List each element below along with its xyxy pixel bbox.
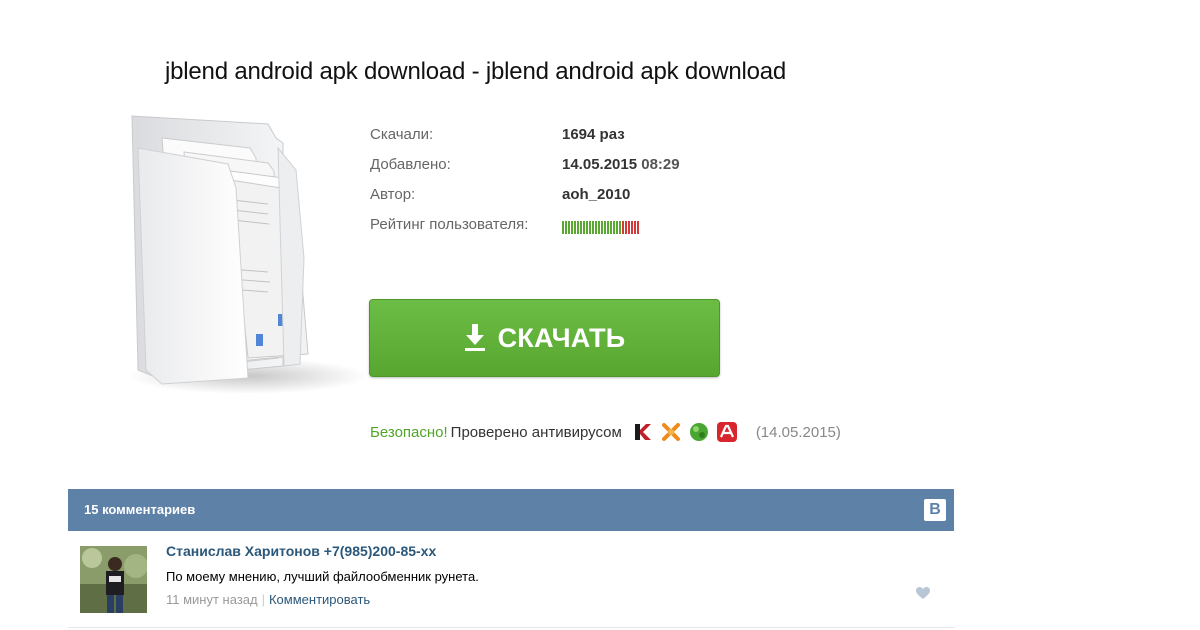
rating-segment — [598, 221, 600, 234]
checked-text: Проверено антивирусом — [450, 423, 622, 441]
rating-segment — [592, 221, 594, 234]
added-label: Добавлено: — [370, 156, 451, 173]
avast-icon — [661, 423, 680, 441]
rating-label: Рейтинг пользователя: — [370, 216, 529, 233]
rating-segment — [637, 221, 639, 234]
avira-icon — [716, 422, 737, 442]
rating-segment — [583, 221, 585, 234]
check-date: (14.05.2015) — [755, 423, 841, 441]
page-title: jblend android apk download - jblend and… — [165, 58, 787, 85]
rating-segment — [586, 221, 588, 234]
comment-item: Станислав Харитонов +7(985)200-85-xx По … — [68, 531, 954, 628]
comments-count: 15 комментариев — [84, 502, 196, 517]
rating-segment — [616, 221, 618, 234]
comment-meta: 11 минут назад | Комментировать — [166, 592, 370, 607]
antivirus-icons — [632, 421, 738, 443]
downloads-value: 1694 раз — [562, 126, 625, 143]
added-value: 14.05.2015 08:29 — [562, 156, 680, 173]
author-label: Автор: — [370, 186, 416, 203]
comment-time: 11 минут назад — [166, 592, 258, 607]
rating-segment — [628, 221, 630, 234]
added-date: 14.05.2015 — [562, 156, 638, 173]
rating-segment — [631, 221, 633, 234]
rating-segment — [604, 221, 606, 234]
folder-icon — [128, 115, 368, 394]
dr-web-icon — [689, 423, 708, 441]
rating-segment — [622, 221, 624, 234]
heart-icon[interactable] — [916, 587, 930, 600]
rating-segment — [562, 221, 564, 234]
vk-logo-icon[interactable]: В — [924, 499, 946, 521]
rating-segment — [574, 221, 576, 234]
rating-segment — [577, 221, 579, 234]
meta-separator: | — [261, 592, 265, 607]
rating-segment — [610, 221, 612, 234]
comments-header: 15 комментариев В — [68, 489, 954, 531]
rating-segment — [634, 221, 636, 234]
rating-segment — [571, 221, 573, 234]
rating-segment — [613, 221, 615, 234]
comment-text: По моему мнению, лучший файлообменник ру… — [166, 569, 479, 584]
rating-segment — [580, 221, 582, 234]
rating-segment — [568, 221, 570, 234]
rating-segment — [589, 221, 591, 234]
rating-bar — [562, 221, 639, 234]
rating-segment — [625, 221, 627, 234]
rating-segment — [595, 221, 597, 234]
added-time: 08:29 — [641, 156, 680, 173]
safety-line: Безопасно! Проверено антивирусом (14.05.… — [370, 421, 841, 443]
download-arrow-icon — [464, 324, 485, 351]
rating-segment — [619, 221, 621, 234]
downloads-label: Скачали: — [370, 126, 434, 143]
rating-segment — [565, 221, 567, 234]
rating-segment — [607, 221, 609, 234]
comment-reply-link[interactable]: Комментировать — [269, 592, 370, 607]
download-button-label: СКАЧАТЬ — [497, 322, 626, 353]
rating-segment — [601, 221, 603, 234]
safe-word: Безопасно! — [370, 423, 448, 441]
download-button[interactable]: СКАЧАТЬ — [369, 299, 720, 377]
comment-author[interactable]: Станислав Харитонов +7(985)200-85-xx — [166, 543, 436, 559]
author-value: aoh_2010 — [562, 186, 631, 203]
kaspersky-icon — [634, 424, 651, 440]
avatar[interactable] — [80, 546, 147, 613]
